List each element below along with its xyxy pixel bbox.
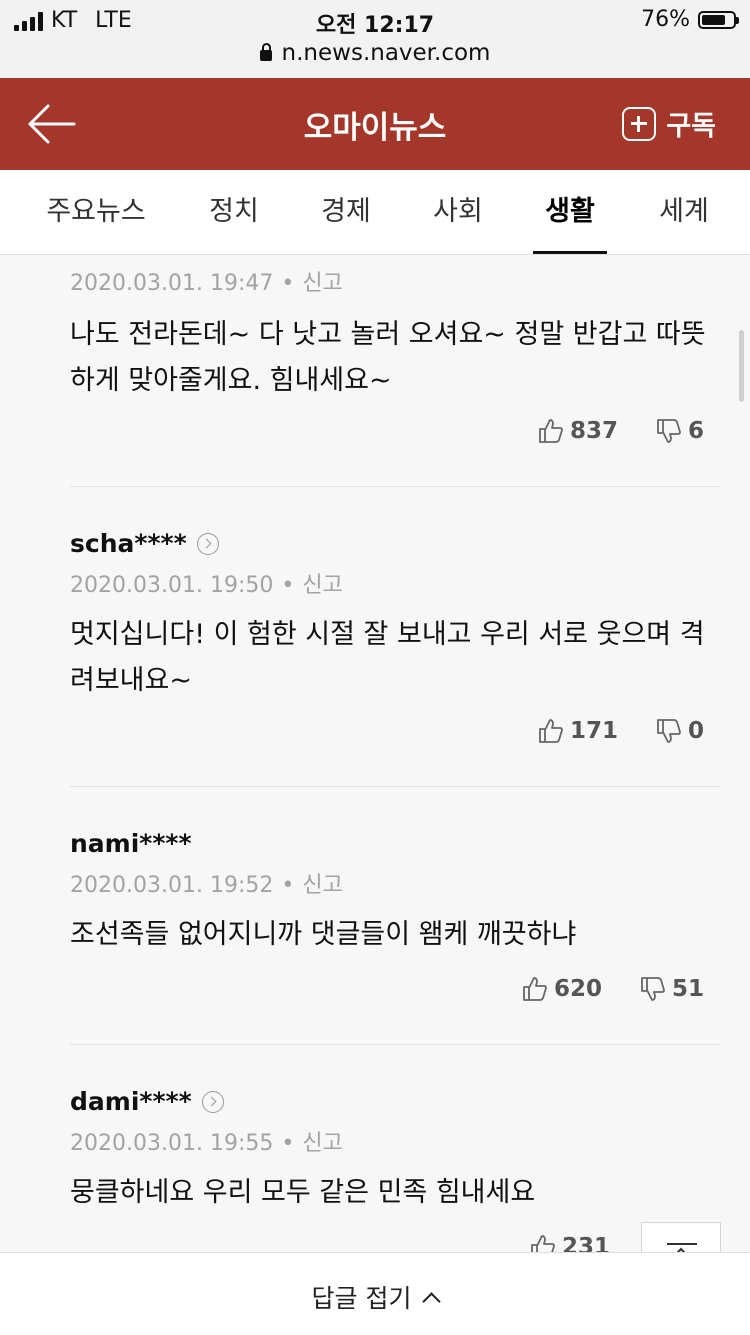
status-right: 76% <box>641 7 739 32</box>
dislike-button[interactable]: 6 <box>656 418 704 444</box>
lock-icon <box>259 43 272 61</box>
battery-icon <box>698 10 739 29</box>
tab-world[interactable]: 세계 <box>648 170 720 254</box>
comment-text: 나도 전라돈데~ 다 낫고 놀러 오셔요~ 정말 반갑고 따뜻하게 맞아줄게요.… <box>70 319 706 396</box>
comment-text: 멋지십니다! 이 험한 시절 잘 보내고 우리 서로 웃으며 격려보내요~ <box>70 619 705 696</box>
comment-divider <box>70 1044 720 1045</box>
fold-replies-button[interactable]: 답글 접기 <box>311 1279 442 1315</box>
comment-author[interactable]: scha**** <box>70 529 219 558</box>
status-bar: KT LTE 오전 12:17 76% n.news.naver.com <box>0 0 750 78</box>
comment-divider <box>70 786 720 787</box>
report-link[interactable]: 신고 <box>302 873 342 898</box>
chevron-right-icon[interactable] <box>196 532 219 555</box>
vote-row: 231 <box>530 1234 610 1252</box>
bottom-bar: 답글 접기 <box>0 1252 750 1335</box>
vote-row: 171 0 <box>538 718 704 744</box>
like-count: 231 <box>561 1234 610 1252</box>
battery-percent: 76% <box>641 7 690 32</box>
like-button[interactable]: 620 <box>522 976 602 1002</box>
category-tabs: 주요뉴스 정치 경제 사회 생활 세계 <box>0 170 750 255</box>
press-header: 오마이뉴스 구독 <box>0 78 750 170</box>
status-time: 오전 12:17 <box>315 13 435 38</box>
dislike-button[interactable]: 0 <box>656 718 704 744</box>
like-button[interactable]: 171 <box>538 718 618 744</box>
comment-text: 조선족들 없어지니까 댓글들이 왬케 깨끗하냐 <box>70 919 577 950</box>
tab-economy[interactable]: 경제 <box>310 170 382 254</box>
comment-meta: 2020.03.01. 19:50 • 신고 <box>70 573 343 598</box>
comment-author[interactable]: dami**** <box>70 1087 224 1116</box>
tab-politics[interactable]: 정치 <box>198 170 270 254</box>
thumbs-up-icon <box>539 719 563 743</box>
comment-meta: 2020.03.01. 19:52 • 신고 <box>70 873 343 898</box>
comment-meta: 2020.03.01. 19:55 • 신고 <box>70 1131 343 1156</box>
chevron-up-icon <box>422 1291 442 1311</box>
tab-living[interactable]: 생활 <box>533 170 607 254</box>
thumbs-down-icon <box>657 719 681 743</box>
dislike-button[interactable]: 51 <box>640 976 704 1002</box>
nickname: scha**** <box>70 529 187 558</box>
comment-author[interactable]: nami**** <box>70 829 192 858</box>
scrollbar[interactable] <box>739 330 744 402</box>
tab-society[interactable]: 사회 <box>422 170 494 254</box>
vote-row: 837 6 <box>538 418 704 444</box>
thumbs-up-icon <box>539 419 563 443</box>
nickname: dami**** <box>70 1087 192 1116</box>
thumbs-up-icon <box>531 1235 555 1252</box>
tab-main-news[interactable]: 주요뉴스 <box>40 170 152 254</box>
url-text: n.news.naver.com <box>281 40 491 66</box>
subscribe-label: 구독 <box>666 111 716 142</box>
report-link[interactable]: 신고 <box>302 573 342 598</box>
comment-meta: 2020.03.01. 19:47 • 신고 <box>70 271 343 296</box>
thumbs-down-icon <box>657 419 681 443</box>
like-count: 620 <box>553 976 602 1002</box>
dislike-count: 51 <box>671 976 704 1002</box>
like-button[interactable]: 837 <box>538 418 618 444</box>
fold-label: 답글 접기 <box>311 1284 412 1313</box>
like-count: 837 <box>569 418 618 444</box>
report-link[interactable]: 신고 <box>302 271 342 296</box>
plus-icon <box>622 106 657 141</box>
report-link[interactable]: 신고 <box>302 1131 342 1156</box>
like-button[interactable]: 231 <box>530 1234 610 1252</box>
subscribe-button[interactable]: 구독 <box>622 104 716 143</box>
vote-row: 620 51 <box>522 976 704 1002</box>
comment-list[interactable]: 2020.03.01. 19:47 • 신고 나도 전라돈데~ 다 낫고 놀러 오셔… <box>0 255 750 1252</box>
comment-date: 2020.03.01. 19:50 <box>70 573 274 598</box>
comment-date: 2020.03.01. 19:55 <box>70 1131 274 1156</box>
comment-divider <box>70 486 720 487</box>
thumbs-up-icon <box>523 977 547 1001</box>
dislike-count: 0 <box>687 718 704 744</box>
comment-date: 2020.03.01. 19:47 <box>70 271 274 296</box>
thumbs-down-icon <box>641 977 665 1001</box>
like-count: 171 <box>569 718 618 744</box>
comment-date: 2020.03.01. 19:52 <box>70 873 274 898</box>
nickname: nami**** <box>70 829 192 858</box>
comment-text: 뭉클하네요 우리 모두 같은 민족 힘내세요 <box>70 1177 536 1208</box>
dislike-count: 6 <box>687 418 704 444</box>
chevron-right-icon[interactable] <box>201 1090 224 1113</box>
address-bar[interactable]: n.news.naver.com <box>0 40 750 66</box>
